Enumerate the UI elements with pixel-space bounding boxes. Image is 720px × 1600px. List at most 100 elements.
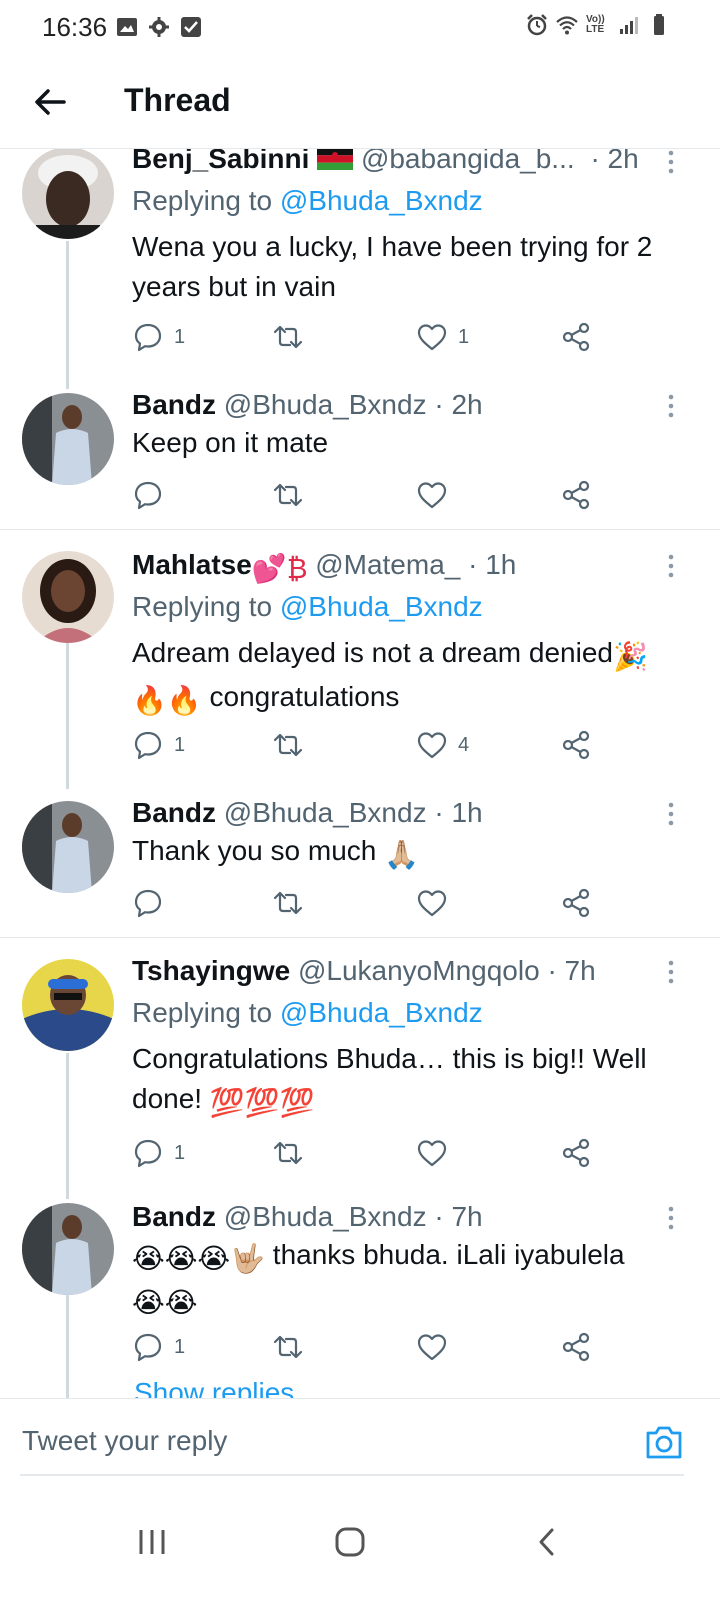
share-icon — [562, 480, 590, 510]
party-popper-emoji: 🎉 — [612, 641, 648, 672]
reply-count: 1 — [174, 733, 186, 756]
avatar[interactable] — [22, 149, 114, 239]
replying-to-handle[interactable]: @Bhuda_Bxndz — [280, 591, 483, 622]
tweet-actions — [132, 477, 612, 513]
crying-emoji: 😭😭😭🤟🏼 — [132, 1243, 266, 1274]
tweet-header: Benj_Sabinni @babangida_b... · 2h — [132, 149, 639, 175]
like-button[interactable] — [416, 477, 458, 513]
reply-button[interactable]: 1 — [132, 1135, 185, 1171]
reply-count: 1 — [174, 1141, 186, 1164]
share-icon — [562, 1138, 590, 1168]
author-handle[interactable]: @Bhuda_Bxndz — [224, 1201, 427, 1232]
retweet-icon — [273, 325, 303, 349]
tweet-bandz-reply-1[interactable]: Bandz @Bhuda_Bxndz · 2h Keep on it mate — [0, 389, 720, 529]
reply-button[interactable] — [132, 477, 174, 513]
more-options-icon[interactable] — [666, 959, 676, 985]
more-options-icon[interactable] — [666, 149, 676, 175]
more-options-icon[interactable] — [666, 801, 676, 827]
tweet-header: Mahlatse💕₿ @Matema_ · 1h — [132, 549, 516, 585]
author-name[interactable]: Mahlatse — [132, 549, 252, 580]
back-arrow-icon[interactable] — [30, 82, 70, 122]
author-handle[interactable]: @babangida_b... — [361, 149, 575, 174]
reply-button[interactable] — [132, 885, 174, 921]
author-handle[interactable]: @LukanyoMngqolo — [298, 955, 540, 986]
show-replies-link[interactable]: Show replies — [134, 1377, 294, 1399]
author-handle[interactable]: @Bhuda_Bxndz — [224, 389, 427, 420]
avatar[interactable] — [22, 551, 114, 643]
retweet-icon — [273, 1141, 303, 1165]
reply-button[interactable]: 1 — [132, 727, 185, 763]
status-bar: 16:36 Vo)) LTE — [0, 0, 720, 56]
more-options-icon[interactable] — [666, 1205, 676, 1231]
camera-icon[interactable] — [644, 1423, 684, 1461]
back-nav-icon[interactable] — [518, 1512, 578, 1572]
share-button[interactable] — [560, 1329, 592, 1365]
author-name[interactable]: Tshayingwe — [132, 955, 290, 986]
avatar[interactable] — [22, 959, 114, 1051]
author-name[interactable]: Bandz — [132, 1201, 216, 1232]
app-bar: Thread — [0, 60, 720, 149]
like-button[interactable] — [416, 1329, 458, 1365]
tweet-tshayingwe[interactable]: Tshayingwe @LukanyoMngqolo · 7h Replying… — [0, 955, 720, 1199]
like-button[interactable] — [416, 1135, 458, 1171]
retweet-icon — [273, 891, 303, 915]
share-button[interactable] — [560, 319, 592, 355]
heart-icon — [417, 482, 447, 509]
retweet-button[interactable] — [272, 477, 314, 513]
page-title: Thread — [124, 82, 231, 118]
tweet-time: · 7h — [434, 1201, 483, 1232]
author-handle[interactable]: @Bhuda_Bxndz — [224, 797, 427, 828]
hundred-points-emoji: 💯💯💯 — [209, 1087, 315, 1118]
share-button[interactable] — [560, 885, 592, 921]
retweet-icon — [273, 733, 303, 757]
tweet-header: Bandz @Bhuda_Bxndz · 7h — [132, 1201, 483, 1233]
more-options-icon[interactable] — [666, 553, 676, 579]
tweet-actions: 1 1 — [132, 319, 612, 355]
share-button[interactable] — [560, 727, 592, 763]
retweet-button[interactable] — [272, 319, 314, 355]
share-icon — [562, 322, 590, 352]
avatar[interactable] — [22, 393, 114, 485]
tweet-time: · 1h — [468, 549, 517, 580]
like-button[interactable] — [416, 885, 458, 921]
avatar[interactable] — [22, 1203, 114, 1295]
retweet-button[interactable] — [272, 1135, 314, 1171]
recent-apps-icon[interactable] — [122, 1512, 182, 1572]
author-name[interactable]: Bandz — [132, 389, 216, 420]
retweet-button[interactable] — [272, 727, 314, 763]
flag-emoji — [317, 149, 354, 174]
tweet-bandz-reply-2[interactable]: Bandz @Bhuda_Bxndz · 1h Thank you so muc… — [0, 797, 720, 937]
replying-to-handle[interactable]: @Bhuda_Bxndz — [280, 185, 483, 216]
replying-to-label: Replying to — [132, 591, 273, 622]
home-icon[interactable] — [320, 1512, 380, 1572]
tweet-text-line1: Adream delayed is not a dream denied — [132, 637, 613, 668]
tweet-actions: 1 4 — [132, 727, 612, 763]
tweet-text: Adream delayed is not a dream denied🎉 🔥🔥… — [132, 633, 692, 721]
share-button[interactable] — [560, 1135, 592, 1171]
reply-count: 1 — [174, 325, 186, 348]
like-button[interactable]: 1 — [416, 319, 469, 355]
author-handle[interactable]: @Matema_ — [315, 549, 460, 580]
tweet-benj-sabinni[interactable]: Benj_Sabinni @babangida_b... · 2h Replyi… — [0, 149, 720, 389]
replying-to-handle[interactable]: @Bhuda_Bxndz — [280, 997, 483, 1028]
more-options-icon[interactable] — [666, 393, 676, 419]
author-name[interactable]: Bandz — [132, 797, 216, 828]
thread-list[interactable]: Benj_Sabinni @babangida_b... · 2h Replyi… — [0, 149, 720, 1399]
tweet-header: Bandz @Bhuda_Bxndz · 1h — [132, 797, 483, 829]
reply-icon — [134, 731, 162, 760]
reply-button[interactable]: 1 — [132, 319, 185, 355]
reply-input[interactable]: Tweet your reply — [22, 1425, 227, 1457]
author-name[interactable]: Benj_Sabinni — [132, 149, 309, 174]
share-icon — [562, 888, 590, 918]
tweet-bandz-reply-3[interactable]: Bandz @Bhuda_Bxndz · 7h 😭😭😭🤟🏼 thanks bhu… — [0, 1201, 720, 1399]
tweet-text: Thank you so much 🙏🏼 — [132, 831, 692, 875]
retweet-button[interactable] — [272, 885, 314, 921]
avatar[interactable] — [22, 801, 114, 893]
share-button[interactable] — [560, 477, 592, 513]
tweet-mahlatse[interactable]: Mahlatse💕₿ @Matema_ · 1h Replying to @Bh… — [0, 549, 720, 789]
status-left-icons — [116, 16, 202, 38]
retweet-button[interactable] — [272, 1329, 314, 1365]
retweet-icon — [273, 483, 303, 507]
like-button[interactable]: 4 — [416, 727, 469, 763]
reply-button[interactable]: 1 — [132, 1329, 185, 1365]
